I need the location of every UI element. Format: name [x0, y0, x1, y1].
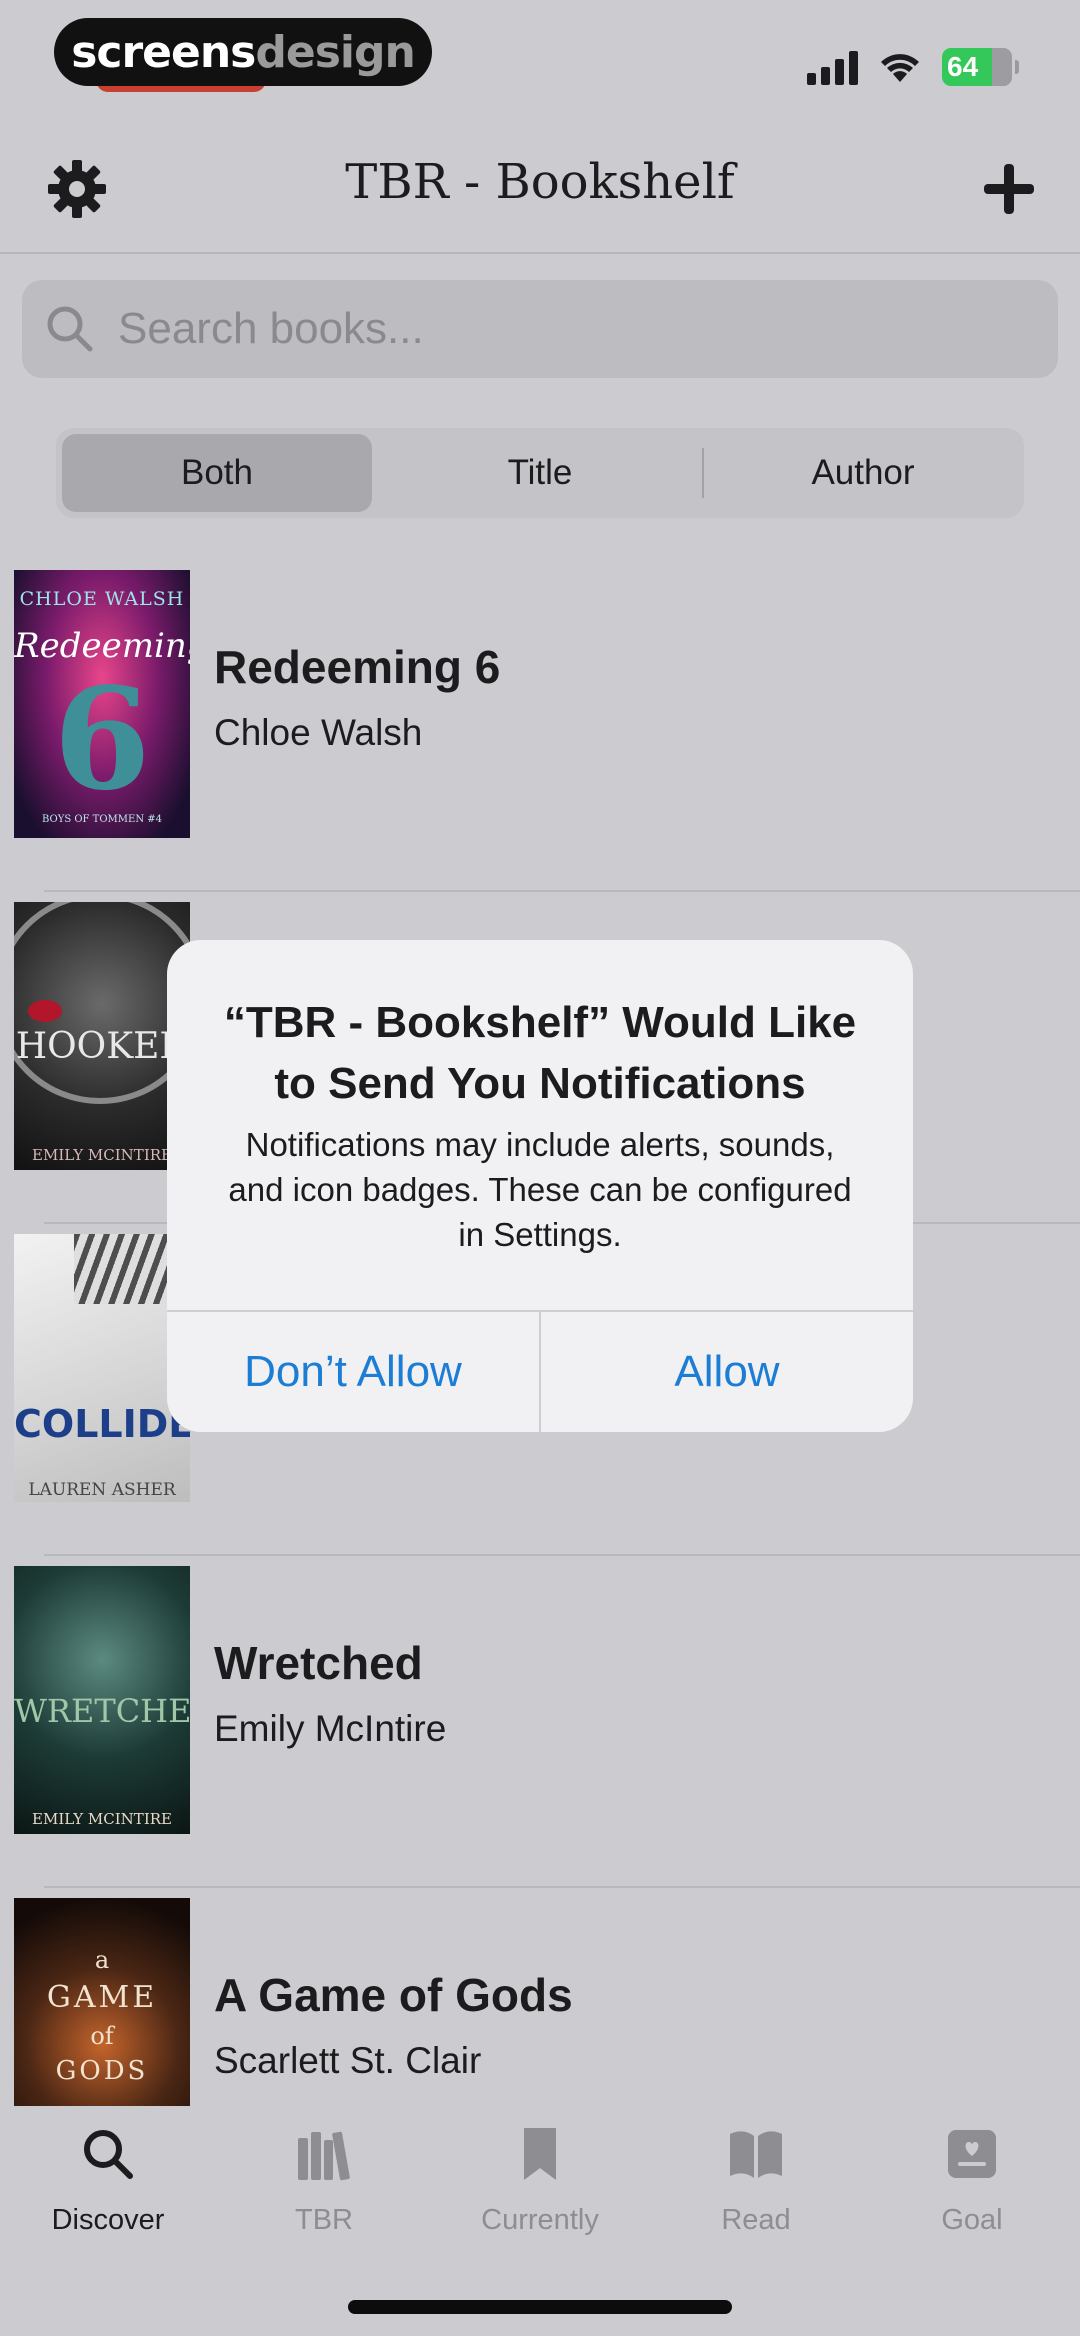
book-cover: WRETCHED EMILY MCINTIRE: [14, 1566, 190, 1834]
tab-label: TBR: [295, 2204, 353, 2236]
brand-text-b: design: [255, 26, 415, 78]
book-author: Scarlett St. Clair: [214, 2040, 482, 2081]
tab-tbr[interactable]: TBR: [216, 2126, 432, 2237]
home-indicator: [348, 2300, 732, 2314]
tab-currently[interactable]: Currently: [432, 2126, 648, 2237]
navigation-bar: TBR - Bookshelf: [0, 110, 1080, 254]
alert-message: Notifications may include alerts, sounds…: [228, 1126, 852, 1253]
status-icons: 64: [807, 48, 1019, 86]
cellular-signal-icon: [807, 49, 858, 85]
open-book-icon: [730, 2131, 782, 2178]
status-bar: screens design 64: [0, 0, 1080, 110]
dont-allow-button[interactable]: Don’t Allow: [167, 1312, 539, 1432]
tab-discover[interactable]: Discover: [0, 2126, 216, 2237]
segment-both[interactable]: Both: [62, 434, 372, 512]
search-input[interactable]: [116, 303, 1020, 355]
goal-icon: [948, 2130, 996, 2178]
book-cover: CHLOE WALSH Redeeming 6 BOYS OF TOMMEN #…: [14, 570, 190, 838]
book-title: Redeeming 6: [214, 641, 501, 693]
segment-title[interactable]: Title: [382, 434, 698, 512]
tab-label: Read: [721, 2204, 791, 2236]
add-book-plus-icon[interactable]: [980, 160, 1038, 218]
tab-label: Discover: [51, 2204, 165, 2236]
book-row[interactable]: WRETCHED EMILY MCINTIRE Wretched Emily M…: [0, 1556, 1080, 1888]
page-title: TBR - Bookshelf: [345, 154, 735, 210]
segment-author[interactable]: Author: [708, 434, 1018, 512]
book-author: Emily McIntire: [214, 1708, 447, 1749]
battery-level: 64: [947, 51, 979, 82]
wifi-icon: [881, 54, 919, 82]
brand-text-a: screens: [71, 26, 256, 78]
tab-label: Goal: [941, 2204, 1003, 2236]
battery-icon: 64: [942, 48, 1019, 86]
segment-divider: [702, 448, 704, 498]
book-author: Chloe Walsh: [214, 712, 423, 753]
book-row[interactable]: CHLOE WALSH Redeeming 6 BOYS OF TOMMEN #…: [0, 560, 1080, 892]
tab-goal[interactable]: Goal: [864, 2126, 1080, 2237]
search-bar[interactable]: [22, 280, 1058, 378]
book-cover: HOOKED EMILY MCINTIRE: [14, 902, 190, 1170]
notification-permission-alert: “TBR - Bookshelf” Would Like to Send You…: [167, 940, 913, 1432]
alert-title: “TBR - Bookshelf” Would Like to Send You…: [223, 998, 857, 1108]
search-icon: [84, 2130, 133, 2179]
allow-button[interactable]: Allow: [541, 1312, 913, 1432]
search-filter-segmented-control[interactable]: Both Title Author: [56, 428, 1024, 518]
book-cover: COLLIDED LAUREN ASHER: [14, 1234, 190, 1502]
book-title: A Game of Gods: [214, 1969, 573, 2021]
tab-label: Currently: [481, 2204, 599, 2236]
book-title: Wretched: [214, 1637, 423, 1689]
brand-watermark: screens design: [54, 18, 432, 86]
books-icon: [298, 2131, 350, 2181]
bookmark-icon: [524, 2128, 556, 2180]
search-icon: [47, 306, 93, 352]
tab-read[interactable]: Read: [648, 2126, 864, 2237]
